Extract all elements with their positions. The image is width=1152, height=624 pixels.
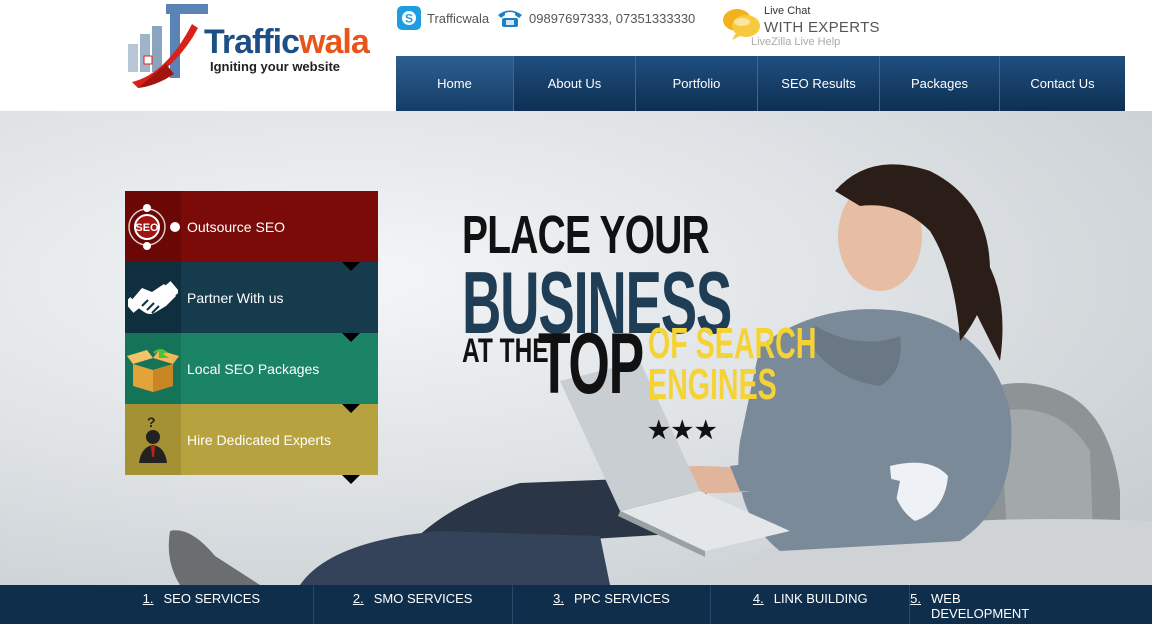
service-label: SMO SERVICES bbox=[373, 591, 473, 606]
expert-person-icon: ? bbox=[125, 404, 181, 475]
services-bar: 1. SEO SERVICES 2. SMO SERVICES 3. PPC S… bbox=[0, 585, 1152, 624]
phone-numbers: 09897697333, 07351333330 bbox=[529, 10, 696, 26]
headline-top: TOP bbox=[538, 316, 644, 412]
live-chat-subtitle: WITH EXPERTS bbox=[764, 19, 880, 36]
main-nav: Home About Us Portfolio SEO Results Pack… bbox=[396, 56, 1125, 111]
svg-text:S: S bbox=[405, 12, 413, 26]
telephone-icon bbox=[498, 10, 522, 27]
side-menu-label: Local SEO Packages bbox=[187, 360, 320, 377]
menu-notch bbox=[342, 262, 360, 271]
live-chat-widget[interactable]: Live Chat WITH EXPERTS LiveZilla Live He… bbox=[722, 5, 882, 50]
phone-contact[interactable]: 09897697333, 07351333330 bbox=[497, 6, 695, 30]
service-label: SEO SERVICES bbox=[163, 591, 261, 606]
service-number: 1. bbox=[142, 591, 154, 606]
rocket-logo-icon bbox=[128, 4, 208, 88]
service-ppc[interactable]: 3. PPC SERVICES bbox=[513, 585, 712, 624]
side-menu-label: Partner With us bbox=[187, 289, 284, 306]
nav-contact-us[interactable]: Contact Us bbox=[1000, 56, 1125, 111]
service-number: 5. bbox=[910, 591, 921, 606]
hero-banner[interactable]: PLACE YOUR BUSINESS AT THE TOP OF SEARCH… bbox=[0, 111, 1152, 585]
nav-seo-results[interactable]: SEO Results bbox=[758, 56, 880, 111]
svg-text:?: ? bbox=[147, 415, 156, 430]
livezilla-label: LiveZilla Live Help bbox=[751, 36, 841, 48]
nav-packages[interactable]: Packages bbox=[880, 56, 1000, 111]
headline-at-the: AT THE bbox=[462, 332, 549, 370]
menu-notch bbox=[342, 333, 360, 342]
brand-name: Trafficwala bbox=[204, 22, 370, 62]
side-menu-label: Hire Dedicated Experts bbox=[187, 431, 331, 448]
brand-main: Traffic bbox=[204, 23, 300, 61]
open-box-icon bbox=[125, 333, 181, 404]
nav-home[interactable]: Home bbox=[396, 56, 514, 111]
trafficwala-logo[interactable]: Trafficwala Igniting your website bbox=[126, 4, 370, 94]
live-chat-title: Live Chat bbox=[764, 5, 811, 17]
menu-notch bbox=[342, 475, 360, 484]
menu-notch bbox=[342, 404, 360, 413]
svg-text:SEO: SEO bbox=[135, 222, 159, 234]
rating-stars: ★★★ bbox=[648, 417, 719, 444]
brand-accent: wala bbox=[299, 23, 370, 61]
handshake-icon bbox=[125, 262, 181, 333]
side-menu-partner-with-us[interactable]: Partner With us bbox=[125, 262, 378, 342]
skype-label: Trafficwala bbox=[427, 10, 490, 26]
service-label: PPC SERVICES bbox=[573, 591, 670, 606]
service-web-development[interactable]: 5. WEB DEVELOPMENT bbox=[910, 585, 1152, 624]
skype-icon: S bbox=[397, 6, 421, 30]
service-number: 2. bbox=[352, 591, 364, 606]
nav-portfolio[interactable]: Portfolio bbox=[636, 56, 758, 111]
service-number: 3. bbox=[553, 591, 564, 606]
service-smo[interactable]: 2. SMO SERVICES bbox=[314, 585, 513, 624]
side-menu-local-seo-packages[interactable]: Local SEO Packages bbox=[125, 333, 378, 413]
service-number: 4. bbox=[752, 591, 764, 606]
nav-about-us[interactable]: About Us bbox=[514, 56, 636, 111]
service-link-building[interactable]: 4. LINK BUILDING bbox=[711, 585, 911, 624]
seo-target-icon: SEO bbox=[125, 191, 181, 262]
service-label: WEB DEVELOPMENT bbox=[931, 591, 1030, 621]
headline-engines: ENGINES bbox=[648, 360, 777, 409]
site-header: Trafficwala Igniting your website S Traf… bbox=[0, 0, 1152, 111]
brand-tagline: Igniting your website bbox=[210, 59, 341, 74]
side-menu-hire-dedicated-experts[interactable]: ? Hire Dedicated Experts bbox=[125, 404, 378, 484]
side-menu-outsource-seo[interactable]: SEO Outsource SEO bbox=[125, 191, 378, 271]
service-label: LINK BUILDING bbox=[773, 591, 868, 606]
skype-contact[interactable]: S Trafficwala bbox=[397, 6, 489, 30]
side-menu-label: Outsource SEO bbox=[187, 218, 286, 235]
service-seo[interactable]: 1. SEO SERVICES bbox=[0, 585, 314, 624]
hero-side-menu: SEO Outsource SEO Partner With us Local … bbox=[125, 191, 378, 484]
